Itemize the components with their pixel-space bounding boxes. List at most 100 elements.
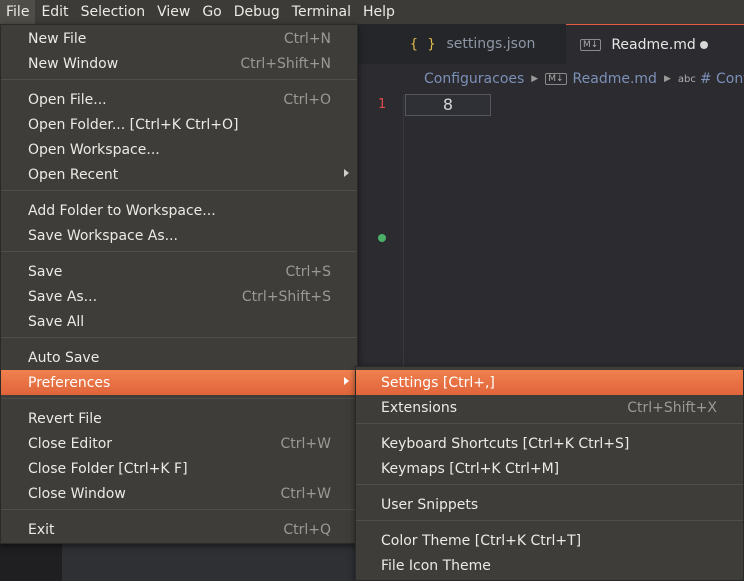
menu-item-close-editor[interactable]: Close Editor Ctrl+W — [1, 431, 357, 456]
menu-item-label: Open Recent — [28, 166, 119, 183]
menu-item-label: Open Folder... [Ctrl+K Ctrl+O] — [28, 116, 239, 133]
menu-item-preferences[interactable]: Preferences — [1, 370, 357, 395]
chevron-right-icon: ▶ — [531, 74, 539, 84]
submenu-arrow-icon — [344, 377, 349, 385]
menu-item-save-as[interactable]: Save As... Ctrl+Shift+S — [1, 284, 357, 309]
menu-item-open-file[interactable]: Open File... Ctrl+O — [1, 87, 357, 112]
menu-item-open-recent[interactable]: Open Recent — [1, 162, 357, 187]
menu-item-label: Settings [Ctrl+,] — [381, 374, 495, 391]
menu-item-add-folder-to-workspace[interactable]: Add Folder to Workspace... — [1, 198, 357, 223]
menu-help[interactable]: Help — [357, 0, 401, 24]
breadcrumb-symbol[interactable]: # Confi — [700, 71, 744, 87]
menu-item-new-file[interactable]: New File Ctrl+N — [1, 26, 357, 51]
menu-item-label: New File — [28, 30, 87, 47]
menu-go[interactable]: Go — [196, 0, 227, 24]
menu-item-label: User Snippets — [381, 496, 479, 513]
breadcrumb: Configuracoes ▶ M↓ Readme.md ▶ abc # Con… — [358, 64, 744, 94]
menu-item-extensions[interactable]: Extensions Ctrl+Shift+X — [356, 395, 743, 420]
menu-item-label: Save — [28, 263, 63, 280]
menu-item-label: Extensions — [381, 399, 458, 416]
tab-readme-md[interactable]: M↓ Readme.md — [566, 24, 744, 64]
menu-item-shortcut: Ctrl+O — [283, 91, 331, 108]
menu-terminal[interactable]: Terminal — [286, 0, 357, 24]
menu-item-new-window[interactable]: New Window Ctrl+Shift+N — [1, 51, 357, 76]
menu-separator — [1, 509, 357, 510]
menu-separator — [1, 251, 357, 252]
menu-item-shortcut: Ctrl+Shift+N — [240, 55, 331, 72]
chevron-right-icon: ▶ — [663, 74, 671, 84]
menu-item-label: Revert File — [28, 410, 102, 427]
file-menu: New File Ctrl+N New Window Ctrl+Shift+N Op… — [0, 24, 358, 544]
menu-item-close-folder[interactable]: Close Folder [Ctrl+K F] — [1, 456, 357, 481]
git-change-dot-icon — [378, 234, 386, 242]
menu-item-color-theme[interactable]: Color Theme [Ctrl+K Ctrl+T] — [356, 528, 743, 553]
menu-item-save-all[interactable]: Save All — [1, 309, 357, 334]
menu-item-shortcut: Ctrl+Shift+S — [241, 288, 331, 305]
menu-item-exit[interactable]: Exit Ctrl+Q — [1, 517, 357, 542]
menu-separator — [356, 423, 743, 424]
menu-selection[interactable]: Selection — [75, 0, 152, 24]
menu-item-keymaps[interactable]: Keymaps [Ctrl+K Ctrl+M] — [356, 456, 743, 481]
menu-item-shortcut: Ctrl+N — [283, 30, 331, 47]
menu-item-label: Save All — [28, 313, 85, 330]
menu-item-open-folder[interactable]: Open Folder... [Ctrl+K Ctrl+O] — [1, 112, 357, 137]
menu-item-label: Open Workspace... — [28, 141, 160, 158]
menu-separator — [1, 398, 357, 399]
tab-label: settings.json — [446, 36, 536, 52]
menu-item-save-workspace-as[interactable]: Save Workspace As... — [1, 223, 357, 248]
menu-item-keyboard-shortcuts[interactable]: Keyboard Shortcuts [Ctrl+K Ctrl+S] — [356, 431, 743, 456]
menu-separator — [1, 190, 357, 191]
menu-item-label: Preferences — [28, 374, 111, 391]
menu-item-save[interactable]: Save Ctrl+S — [1, 259, 357, 284]
menu-item-label: Add Folder to Workspace... — [28, 202, 216, 219]
unsaved-dot-icon[interactable] — [700, 41, 708, 49]
menu-item-settings[interactable]: Settings [Ctrl+,] — [356, 370, 743, 395]
line-number: 1 — [378, 97, 387, 112]
preferences-submenu: Settings [Ctrl+,] Extensions Ctrl+Shift+X… — [355, 366, 744, 581]
tab-bar: { } settings.json M↓ Readme.md — [358, 24, 744, 64]
menu-separator — [356, 484, 743, 485]
menu-file[interactable]: File — [0, 0, 36, 24]
menu-item-label: Color Theme [Ctrl+K Ctrl+T] — [381, 532, 582, 549]
menu-item-label: Save Workspace As... — [28, 227, 179, 244]
menu-item-open-workspace[interactable]: Open Workspace... — [1, 137, 357, 162]
menu-item-shortcut: Ctrl+W — [280, 485, 331, 502]
menu-item-shortcut: Ctrl+Shift+X — [627, 399, 717, 416]
menu-item-file-icon-theme[interactable]: File Icon Theme — [356, 553, 743, 578]
symbol-string-icon: abc — [677, 73, 696, 85]
menu-item-label: New Window — [28, 55, 119, 72]
menu-item-label: Save As... — [28, 288, 98, 305]
markdown-icon: M↓ — [580, 38, 602, 51]
menu-item-label: Close Folder [Ctrl+K F] — [28, 460, 188, 477]
menu-item-label: Keymaps [Ctrl+K Ctrl+M] — [381, 460, 560, 477]
menu-item-label: Keyboard Shortcuts [Ctrl+K Ctrl+S] — [381, 435, 630, 452]
menu-item-label: File Icon Theme — [381, 557, 491, 574]
menu-separator — [1, 337, 357, 338]
tab-settings-json[interactable]: { } settings.json — [410, 24, 535, 64]
markdown-icon: M↓ — [545, 73, 567, 85]
submenu-arrow-icon — [344, 169, 349, 177]
menu-item-shortcut: Ctrl+Q — [283, 521, 331, 538]
tab-label: Readme.md — [611, 36, 696, 53]
menu-item-label: Close Window — [28, 485, 126, 502]
menu-edit[interactable]: Edit — [35, 0, 74, 24]
menubar: File Edit Selection View Go Debug Termin… — [0, 0, 744, 24]
editor-cell[interactable]: 8 — [405, 94, 491, 116]
menu-item-label: Open File... — [28, 91, 107, 108]
menu-item-label: Exit — [28, 521, 55, 538]
breadcrumb-file[interactable]: Readme.md — [573, 71, 657, 87]
menu-item-shortcut: Ctrl+S — [285, 263, 331, 280]
menu-item-auto-save[interactable]: Auto Save — [1, 345, 357, 370]
menu-separator — [356, 520, 743, 521]
menu-item-revert-file[interactable]: Revert File — [1, 406, 357, 431]
menu-view[interactable]: View — [151, 0, 196, 24]
menu-debug[interactable]: Debug — [228, 0, 286, 24]
menu-separator — [1, 79, 357, 80]
menu-item-close-window[interactable]: Close Window Ctrl+W — [1, 481, 357, 506]
menu-item-label: Auto Save — [28, 349, 100, 366]
menu-item-shortcut: Ctrl+W — [280, 435, 331, 452]
breadcrumb-folder[interactable]: Configuracoes — [424, 71, 524, 87]
menu-item-user-snippets[interactable]: User Snippets — [356, 492, 743, 517]
menu-item-label: Close Editor — [28, 435, 113, 452]
json-braces-icon: { } — [410, 36, 437, 52]
